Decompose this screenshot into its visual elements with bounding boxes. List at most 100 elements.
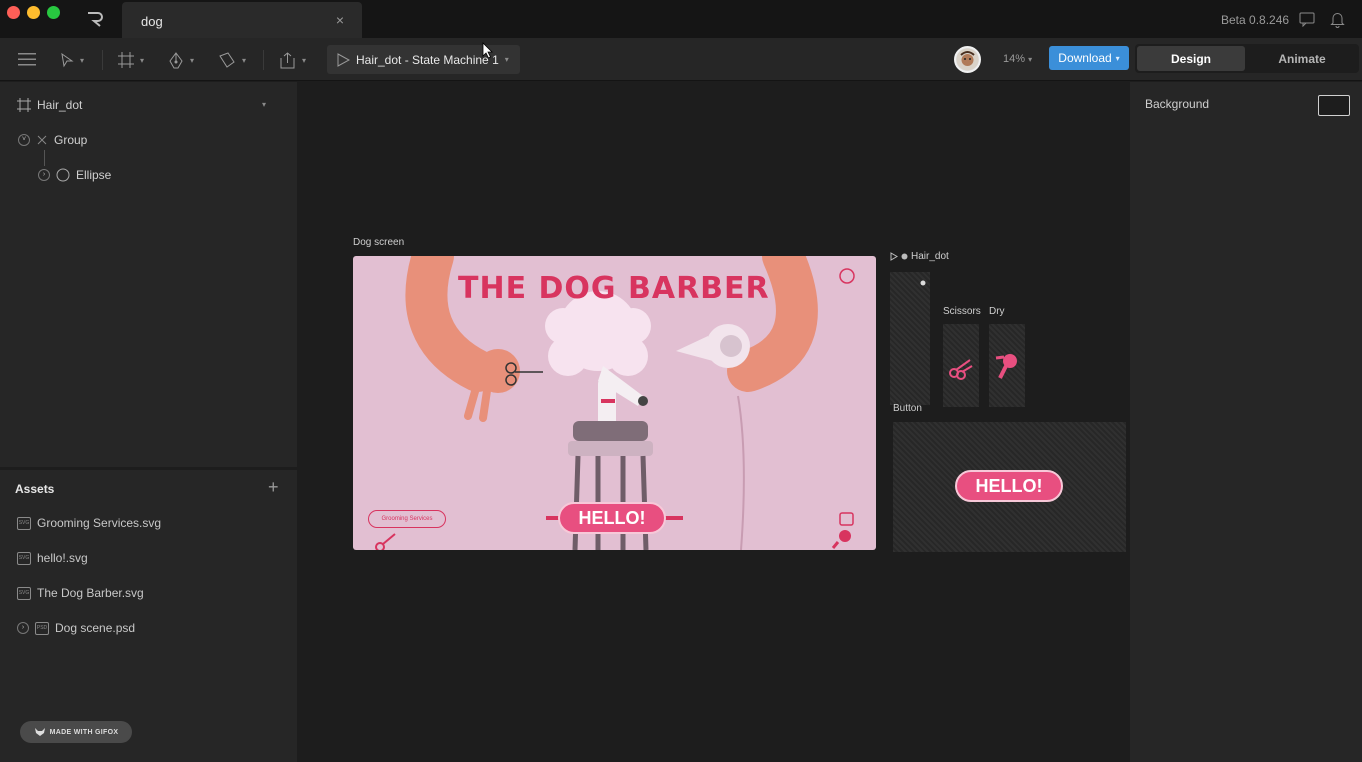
assets-panel: Assets + SVG Grooming Services.svg SVG h… [0, 470, 297, 762]
psd-file-icon: PSD [35, 621, 49, 635]
dryer-icon [995, 354, 1017, 379]
avatar[interactable] [954, 46, 981, 73]
scissors-artboard[interactable] [943, 324, 979, 407]
hierarchy-item-label: Group [54, 133, 88, 147]
asset-name: Grooming Services.svg [37, 516, 162, 530]
select-tool-icon [61, 52, 74, 68]
svg-file-icon: SVG [17, 516, 31, 530]
paint-tool-button[interactable]: ▾ [218, 49, 246, 71]
asset-item[interactable]: › PSD Dog scene.psd [17, 621, 135, 635]
scissors-icon [949, 359, 973, 380]
toolbar-divider [102, 50, 103, 70]
assets-title: Assets [15, 482, 55, 496]
fox-icon [34, 728, 45, 736]
background-label: Background [1145, 97, 1210, 111]
hierarchy-item-group[interactable]: ˅ Group [18, 133, 87, 147]
tree-line [44, 150, 45, 166]
export-button[interactable]: ▾ [279, 49, 306, 71]
close-tab-icon[interactable]: × [336, 12, 344, 28]
toolbar-divider [263, 50, 264, 70]
version-label: Beta 0.8.246 [1221, 13, 1290, 27]
close-window-button[interactable] [7, 6, 20, 19]
dry-artboard[interactable] [989, 324, 1025, 407]
button-artboard-label: Button [893, 403, 922, 414]
pen-tool-button[interactable]: ▾ [168, 49, 194, 71]
menu-icon[interactable] [18, 53, 36, 66]
hello-button[interactable]: HELLO! [558, 502, 666, 534]
canvas[interactable]: Dog screen THE DOG BARBER Grooming Servi… [299, 82, 1129, 762]
svg-file-icon: SVG [17, 586, 31, 600]
state-machine-label: Hair_dot - State Machine 1 [356, 52, 499, 67]
add-asset-icon[interactable]: + [268, 477, 279, 498]
feedback-icon[interactable] [1299, 12, 1315, 27]
chevron-down-icon: ▾ [242, 55, 247, 65]
tab-animate[interactable]: Animate [1247, 46, 1357, 71]
asset-name: The Dog Barber.svg [37, 586, 144, 600]
hair-dot [920, 280, 926, 286]
mouse-cursor-icon [482, 42, 493, 59]
play-icon [890, 252, 898, 261]
asset-name: Dog scene.psd [55, 621, 136, 635]
asset-item[interactable]: SVG Grooming Services.svg [17, 516, 161, 530]
group-icon [37, 135, 47, 145]
expand-toggle-icon[interactable]: ˅ [18, 134, 30, 146]
download-button[interactable]: Download ▾ [1049, 46, 1129, 70]
chevron-down-icon[interactable]: ▾ [262, 100, 266, 109]
svg-file-icon: SVG [17, 551, 31, 565]
expand-toggle-icon[interactable]: › [17, 622, 29, 634]
hair-dot-artboard-label: Hair_dot [890, 251, 949, 262]
hair-dot-artboard[interactable] [890, 272, 930, 405]
artboard-title: THE DOG BARBER [458, 271, 770, 306]
chevron-down-icon: ▾ [504, 55, 509, 64]
asset-name: hello!.svg [37, 551, 88, 565]
chevron-down-icon: ▾ [190, 55, 195, 65]
chevron-down-icon: ▾ [140, 55, 145, 65]
play-icon [337, 52, 350, 67]
tab-design[interactable]: Design [1137, 46, 1245, 71]
artboard-label: Dog screen [353, 237, 405, 248]
grooming-services-button[interactable]: Grooming Services [368, 510, 446, 528]
minimize-window-button[interactable] [27, 6, 40, 19]
paint-tool-icon [219, 52, 235, 68]
avatar-face-icon [956, 48, 979, 71]
zoom-window-button[interactable] [47, 6, 60, 19]
mode-switcher: Design Animate [1135, 44, 1359, 73]
tab-title: dog [141, 14, 163, 29]
chevron-down-icon: ▾ [80, 55, 85, 65]
asset-item[interactable]: SVG The Dog Barber.svg [17, 586, 144, 600]
document-tab[interactable]: dog × [122, 2, 362, 38]
app-logo-icon[interactable] [86, 11, 104, 27]
hierarchy-item-ellipse[interactable]: › Ellipse [38, 168, 111, 182]
artboard-row[interactable]: Hair_dot [17, 98, 82, 112]
dog-screen-artboard[interactable]: THE DOG BARBER Grooming Services HELLO! [353, 256, 876, 550]
pen-tool-icon [169, 51, 183, 68]
dry-label: Dry [989, 306, 1005, 317]
artboard-name: Hair_dot [37, 98, 83, 112]
gifox-label: MADE WITH GIFOX [49, 728, 119, 736]
notification-bell-icon[interactable] [1330, 11, 1345, 28]
artboard-tool-button[interactable]: ▾ [118, 49, 144, 71]
background-color-swatch[interactable] [1318, 95, 1350, 116]
select-tool-button[interactable]: ▾ [60, 49, 84, 71]
chevron-down-icon: ▾ [1115, 53, 1120, 63]
main-toolbar: ▾ ▾ ▾ ▾ ▾ Hair_dot - State Machine 1 ▾ 1… [0, 38, 1362, 81]
hair-dot-label: Hair_dot [911, 251, 949, 262]
chevron-down-icon: ▾ [1028, 55, 1033, 64]
asset-item[interactable]: SVG hello!.svg [17, 551, 88, 565]
scissors-label: Scissors [943, 306, 981, 317]
button-artboard[interactable]: HELLO! [893, 422, 1126, 552]
zoom-selector[interactable]: 14% ▾ [1003, 53, 1032, 65]
download-label: Download [1058, 51, 1112, 65]
properties-panel: Background [1130, 82, 1362, 762]
export-icon [280, 51, 295, 68]
artboard-tool-icon [118, 52, 134, 68]
hierarchy-item-label: Ellipse [76, 168, 112, 182]
dot-icon [901, 253, 908, 260]
ellipse-icon [56, 168, 70, 182]
gifox-badge: MADE WITH GIFOX [20, 721, 132, 743]
hello-button-preview[interactable]: HELLO! [955, 470, 1063, 502]
artboard-icon [17, 98, 31, 112]
title-bar: dog × Beta 0.8.246 [0, 0, 1362, 38]
hierarchy-panel: Hair_dot ▾ ˅ Group › Ellipse [0, 82, 297, 467]
expand-toggle-icon[interactable]: › [38, 169, 50, 181]
